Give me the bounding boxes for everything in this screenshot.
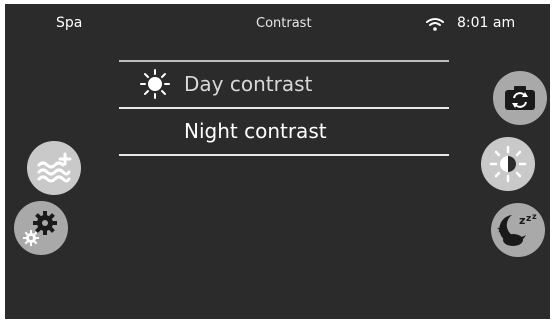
- settings-gears-icon: [23, 211, 57, 246]
- brightness-button[interactable]: [481, 137, 535, 191]
- clock: 8:01 am: [457, 15, 516, 31]
- app-name: Spa: [56, 15, 83, 31]
- night-contrast-label: Night contrast: [184, 119, 327, 143]
- svg-text:z: z: [526, 214, 531, 224]
- settings-button[interactable]: [14, 201, 68, 255]
- day-contrast-label: Day contrast: [184, 72, 313, 96]
- day-contrast-option[interactable]: Day contrast: [119, 60, 449, 109]
- camera-switch-icon: [505, 86, 535, 110]
- page-title: Contrast: [256, 16, 312, 31]
- water-temperature-icon: [37, 152, 72, 183]
- contrast-menu: Day contrast Night contrast: [119, 60, 449, 156]
- water-temperature-button[interactable]: [27, 141, 81, 195]
- moon-icon: [146, 118, 159, 144]
- spa-screen: Spa Contrast 8:01 am Day contrast Night …: [5, 4, 550, 319]
- night-sleep-button[interactable]: z z z: [491, 203, 545, 257]
- night-sleep-icon: z z z: [497, 212, 537, 246]
- camera-switch-button[interactable]: [493, 71, 547, 125]
- night-contrast-option[interactable]: Night contrast: [119, 109, 449, 156]
- svg-text:z: z: [519, 214, 525, 227]
- wifi-icon: [426, 18, 444, 31]
- sun-icon: [140, 69, 170, 99]
- brightness-icon: [489, 145, 527, 183]
- svg-text:z: z: [532, 212, 537, 221]
